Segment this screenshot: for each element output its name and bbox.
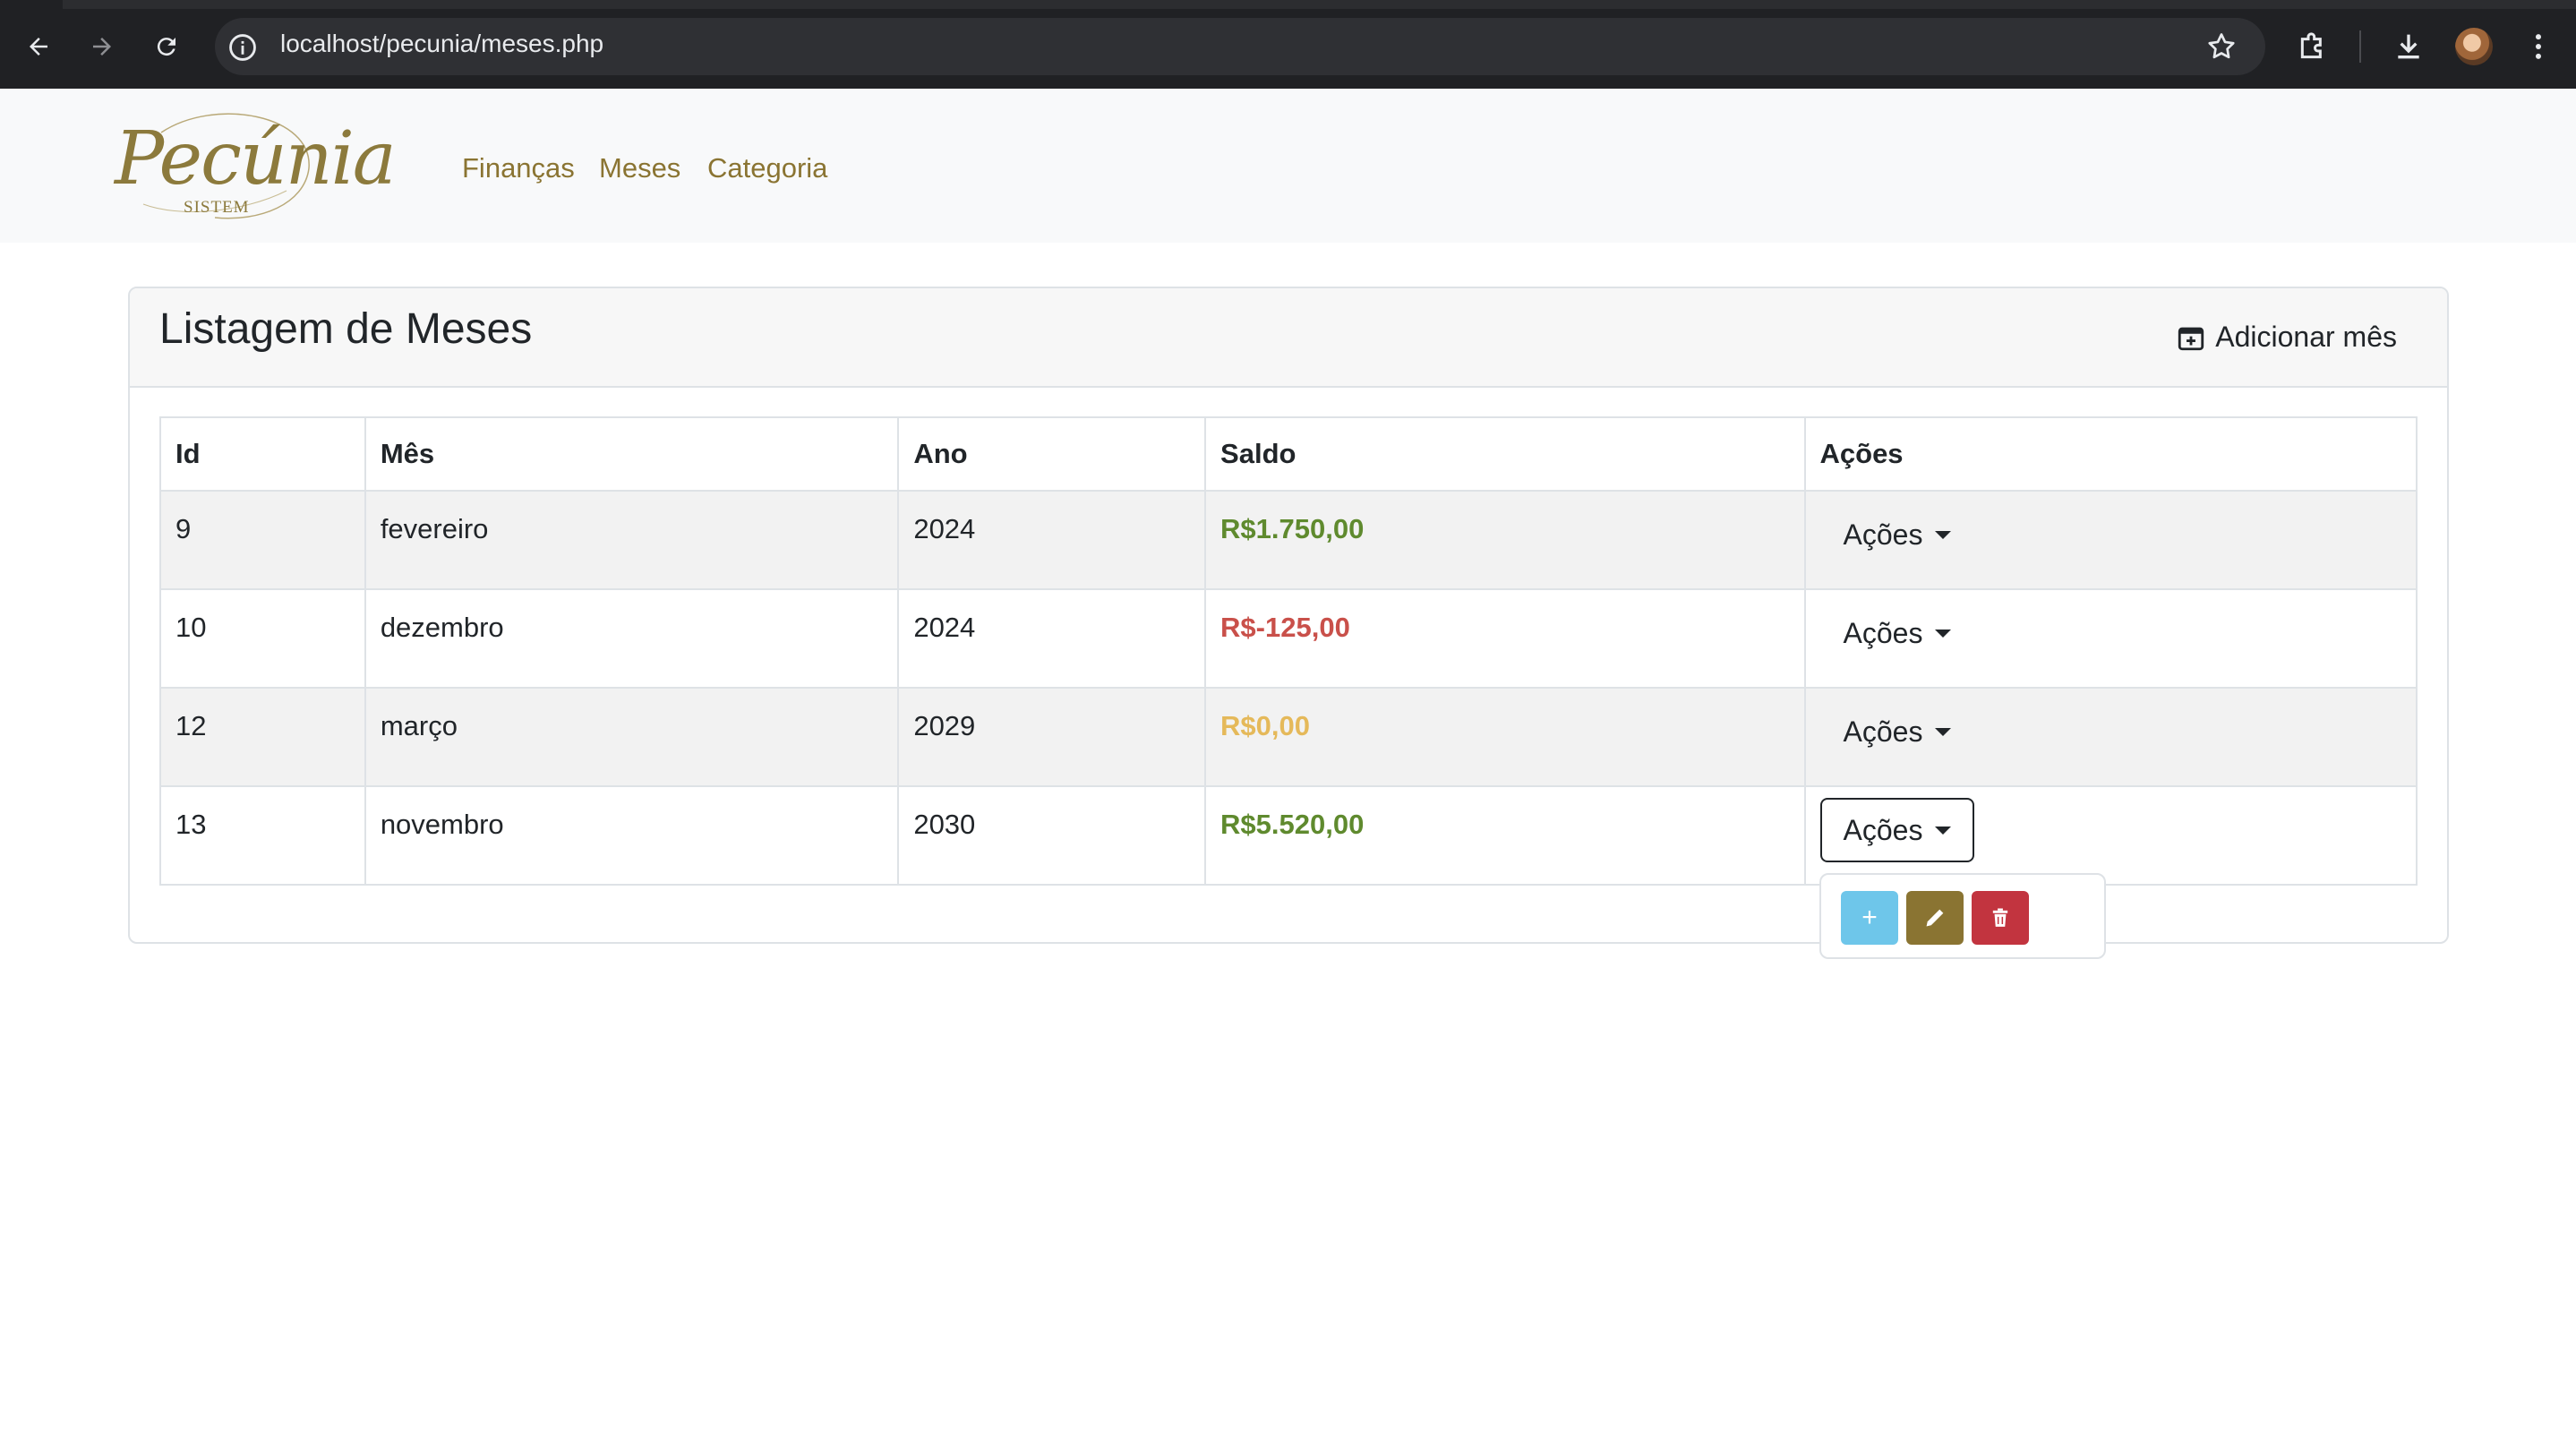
table-header-row: Id Mês Ano Saldo Ações — [159, 416, 2418, 492]
actions-dropdown-label: Ações — [1843, 616, 1923, 649]
caret-down-icon — [1935, 629, 1952, 638]
logo-subtitle: SISTEM — [184, 198, 250, 217]
actions-dropdown-label: Ações — [1843, 518, 1923, 551]
months-card: Listagem de Meses Adicionar mês Id Mês A… — [128, 287, 2449, 944]
cell-id: 13 — [159, 785, 366, 886]
kebab-menu-icon[interactable] — [2520, 29, 2556, 64]
table-row: 12 março 2029 R$0,00 Ações — [159, 687, 2418, 787]
cell-acoes: Ações — [1803, 687, 2418, 787]
cell-mes: março — [364, 687, 900, 787]
column-header-id[interactable]: Id — [159, 416, 366, 492]
caret-down-icon — [1935, 826, 1952, 835]
add-entry-button[interactable]: + — [1841, 891, 1898, 945]
edit-button[interactable] — [1906, 891, 1964, 945]
cell-id: 12 — [159, 687, 366, 787]
saldo-value: R$5.520,00 — [1220, 809, 1365, 840]
cell-ano: 2024 — [897, 490, 1207, 590]
active-tab-hint[interactable] — [0, 0, 63, 9]
column-header-acoes[interactable]: Ações — [1803, 416, 2418, 492]
pencil-icon — [1926, 909, 1944, 927]
actions-dropdown-button[interactable]: Ações — [1820, 601, 1975, 665]
cell-saldo: R$-125,00 — [1204, 588, 1806, 689]
plus-icon: + — [1861, 903, 1878, 932]
nav-link-meses[interactable]: Meses — [599, 152, 680, 184]
trash-icon — [1992, 908, 2008, 927]
download-icon[interactable] — [2391, 29, 2426, 64]
table-row: 9 fevereiro 2024 R$1.750,00 Ações — [159, 490, 2418, 590]
nav-link-categoria[interactable]: Categoria — [707, 152, 827, 184]
months-table: Id Mês Ano Saldo Ações 9 fevereiro 2024 … — [159, 416, 2418, 886]
forward-button[interactable] — [82, 27, 122, 66]
star-icon[interactable] — [2205, 30, 2238, 63]
add-month-button[interactable]: Adicionar mês — [2176, 321, 2397, 354]
arrow-left-icon — [30, 38, 47, 56]
saldo-value: R$-125,00 — [1220, 612, 1350, 643]
toolbar-separator — [2359, 30, 2361, 63]
cell-acoes: Ações — [1803, 785, 2418, 886]
cell-id: 9 — [159, 490, 366, 590]
tab-strip — [0, 0, 2576, 9]
nav-link-financas[interactable]: Finanças — [462, 152, 575, 184]
saldo-value: R$1.750,00 — [1220, 513, 1365, 544]
actions-dropdown-label: Ações — [1843, 813, 1923, 846]
browser-toolbar: localhost/pecunia/meses.php — [0, 0, 2576, 89]
arrow-right-icon — [93, 38, 111, 56]
page-title: Listagem de Meses — [159, 305, 533, 353]
logo[interactable]: Pecúnia — [115, 116, 397, 201]
cell-acoes: Ações — [1803, 588, 2418, 689]
url-text[interactable]: localhost/pecunia/meses.php — [280, 30, 603, 58]
cell-ano: 2024 — [897, 588, 1207, 689]
delete-button[interactable] — [1972, 891, 2029, 945]
back-button[interactable] — [19, 27, 58, 66]
cell-acoes: Ações — [1803, 490, 2418, 590]
actions-dropdown-label: Ações — [1843, 715, 1923, 748]
cell-id: 10 — [159, 588, 366, 689]
reload-icon — [157, 38, 175, 56]
caret-down-icon — [1935, 530, 1952, 539]
add-month-label: Adicionar mês — [2215, 321, 2397, 353]
cell-mes: fevereiro — [364, 490, 900, 590]
saldo-value: R$0,00 — [1220, 710, 1311, 741]
column-header-mes[interactable]: Mês — [364, 416, 900, 492]
caret-down-icon — [1935, 727, 1952, 736]
cell-saldo: R$1.750,00 — [1204, 490, 1806, 590]
table-row: 13 novembro 2030 R$5.520,00 Ações — [159, 785, 2418, 886]
actions-dropdown-button[interactable]: Ações — [1819, 798, 1975, 862]
cell-mes: dezembro — [364, 588, 900, 689]
cell-saldo: R$0,00 — [1204, 687, 1806, 787]
calendar-plus-icon — [2178, 327, 2204, 350]
cell-ano: 2030 — [897, 785, 1207, 886]
cell-ano: 2029 — [897, 687, 1207, 787]
puzzle-icon[interactable] — [2295, 29, 2331, 64]
actions-dropdown-button[interactable]: Ações — [1820, 699, 1975, 764]
card-header: Listagem de Meses Adicionar mês — [130, 288, 2447, 388]
actions-dropdown-button[interactable]: Ações — [1820, 502, 1975, 567]
profile-avatar[interactable] — [2455, 28, 2493, 65]
cell-saldo: R$5.520,00 — [1204, 785, 1806, 886]
cell-mes: novembro — [364, 785, 900, 886]
column-header-ano[interactable]: Ano — [897, 416, 1207, 492]
reload-button[interactable] — [147, 27, 186, 66]
info-icon[interactable] — [227, 32, 258, 63]
table-row: 10 dezembro 2024 R$-125,00 Ações — [159, 588, 2418, 689]
actions-dropdown-menu: + — [1819, 873, 2106, 959]
column-header-saldo[interactable]: Saldo — [1204, 416, 1806, 492]
